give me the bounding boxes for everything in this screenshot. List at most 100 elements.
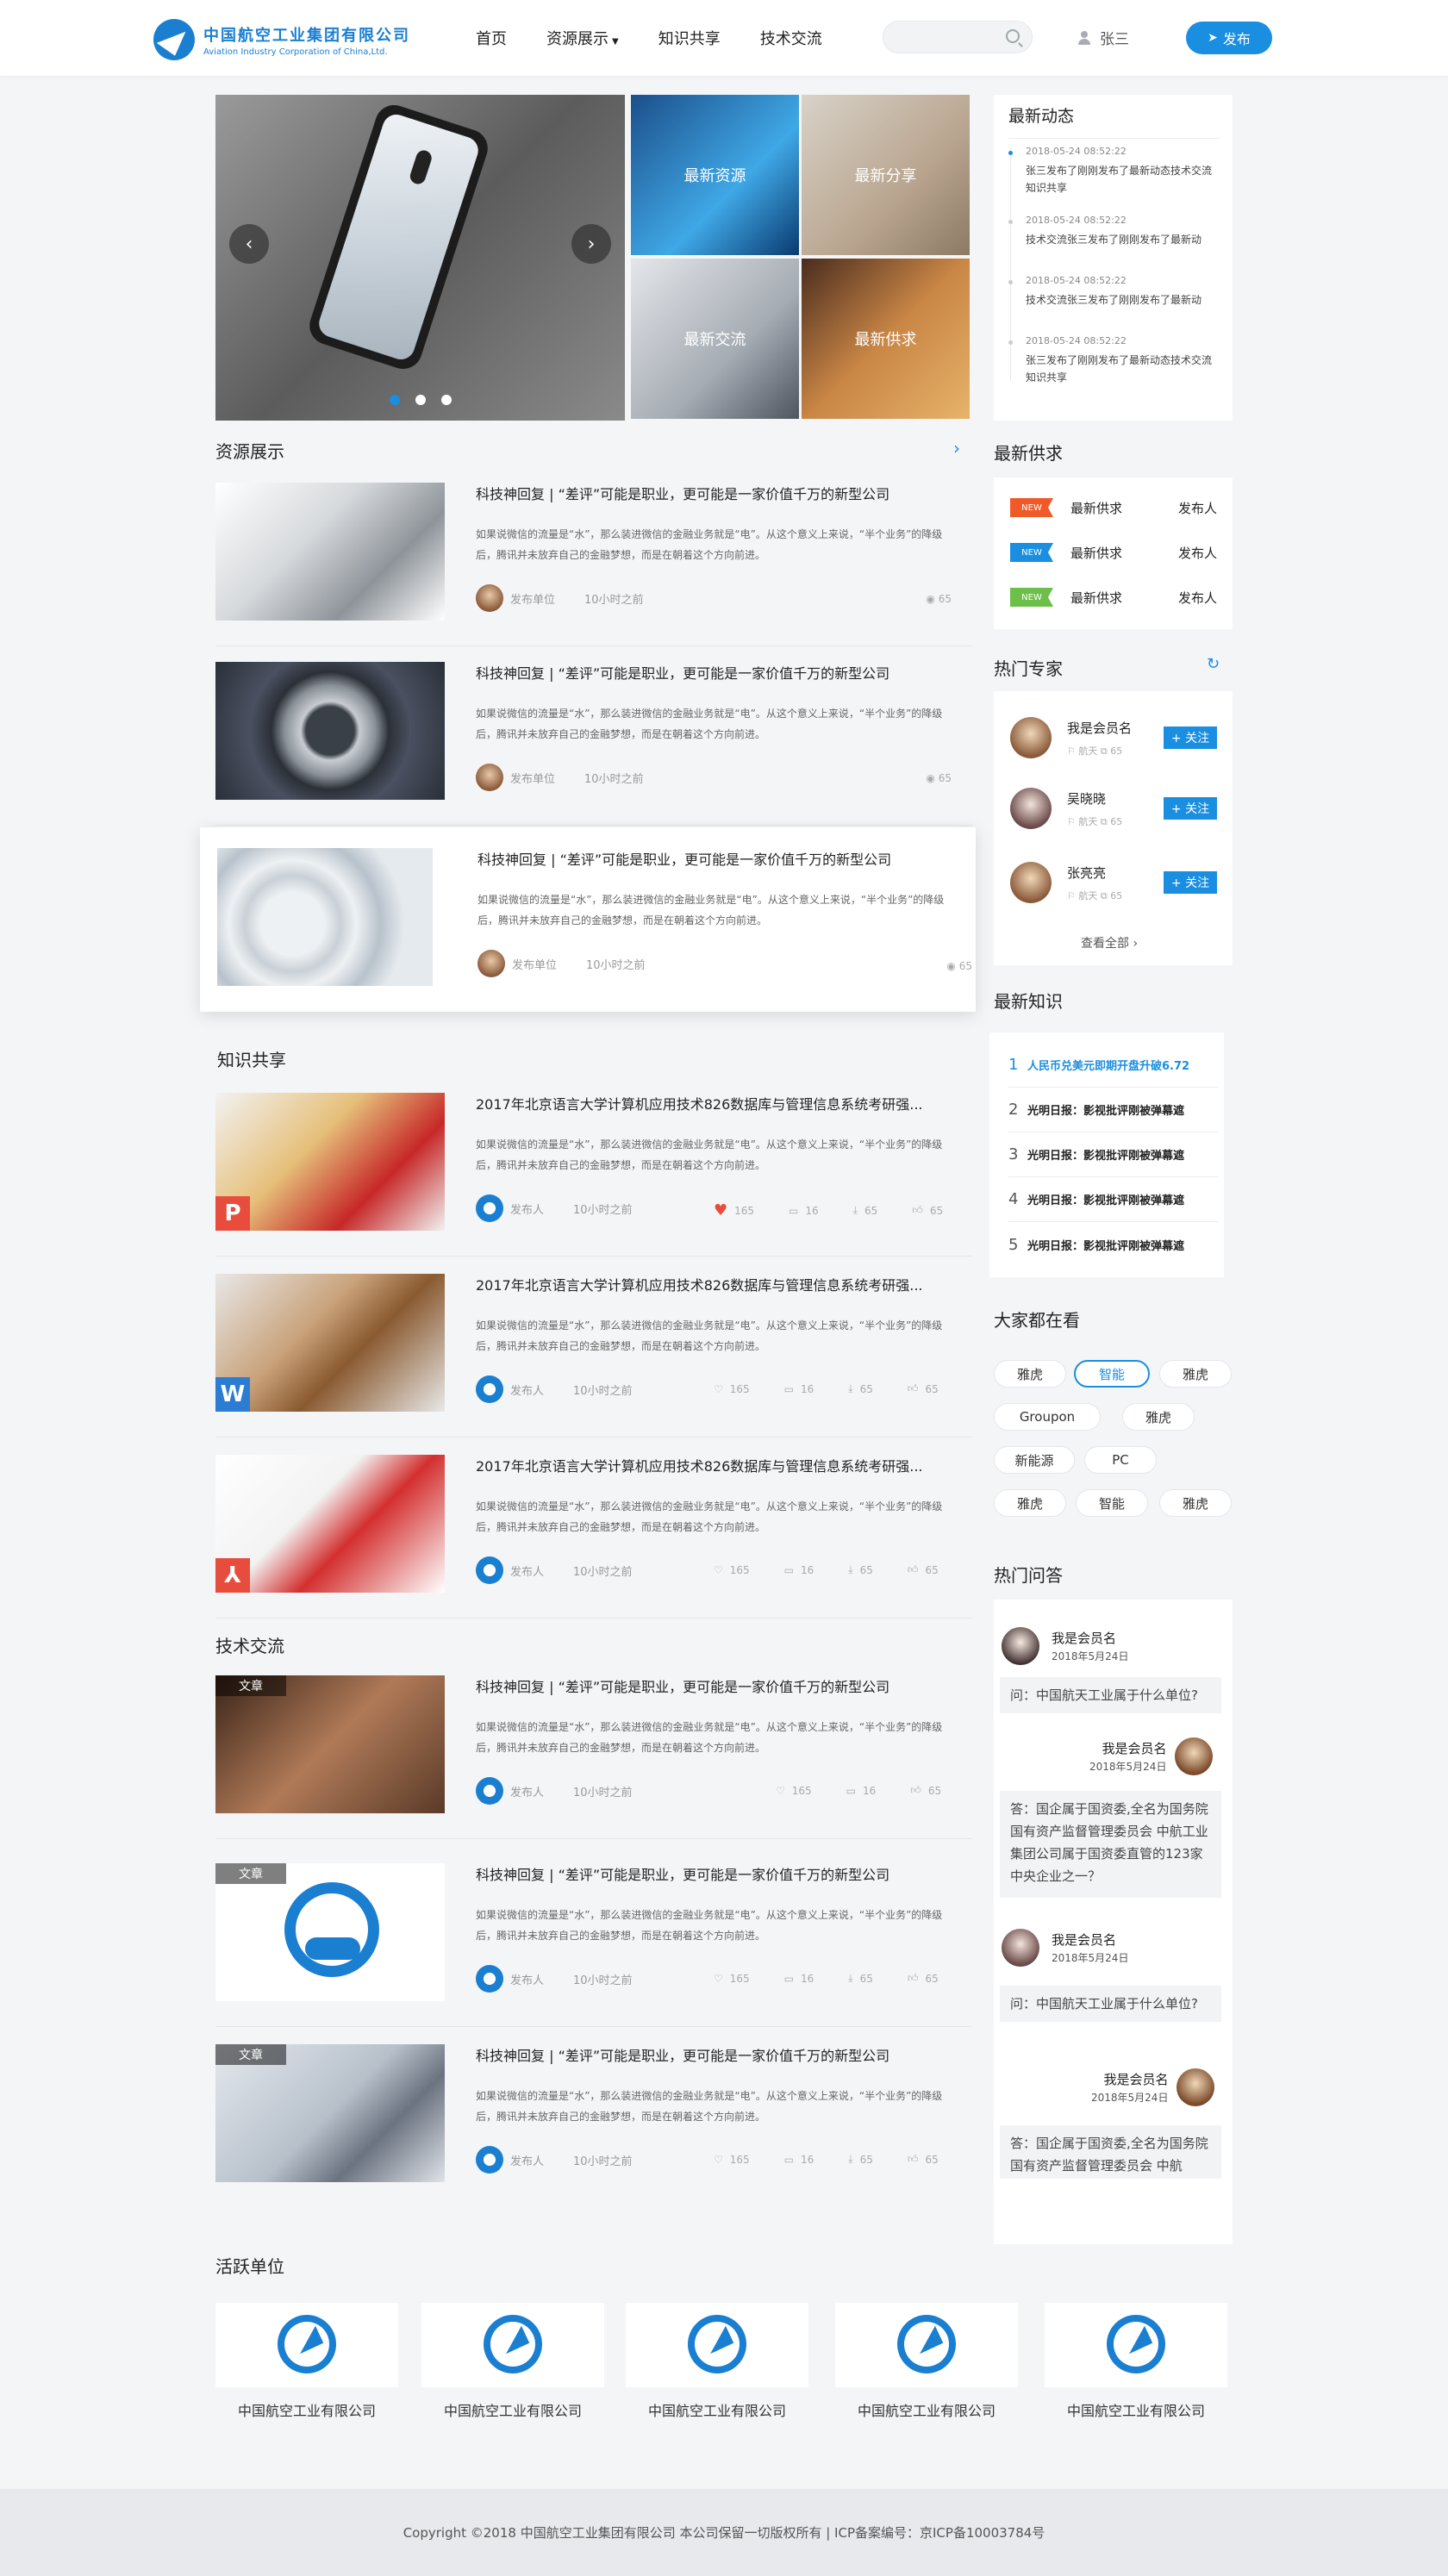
knowledge-card[interactable]: P 2017年北京语言大学计算机应用技术826数据库与管理信息系统考研强... … — [215, 1093, 972, 1257]
nav-home[interactable]: 首页 — [476, 27, 507, 49]
supply-row[interactable]: NEW 最新供求 发布人 — [1010, 498, 1217, 517]
avatar[interactable] — [1010, 717, 1052, 758]
unit-card[interactable] — [215, 2303, 398, 2387]
follow-button[interactable]: + 关注 — [1164, 871, 1217, 894]
knowledge-row[interactable]: 3 光明日报：影视批评刚被弹幕遮 — [1008, 1132, 1219, 1177]
hot-tag[interactable]: 雅虎 — [994, 1360, 1066, 1388]
nav-knowledge[interactable]: 知识共享 — [658, 27, 721, 49]
tech-card[interactable]: 文章 科技神回复 | “差评”可能是职业，更可能是一家价值千万的新型公司 如果说… — [215, 1675, 972, 1839]
carousel-dot[interactable] — [389, 395, 400, 405]
search-icon[interactable] — [1006, 29, 1020, 43]
download-stat[interactable]: ⤓ 65 — [848, 1563, 873, 1576]
carousel-next-button[interactable]: › — [571, 224, 611, 264]
unit-card[interactable] — [626, 2303, 808, 2387]
tile-latest-resources[interactable]: 最新资源 — [631, 95, 799, 255]
tile-latest-supply[interactable]: 最新供求 — [802, 259, 970, 419]
unit-name[interactable]: 中国航空工业有限公司 — [626, 2399, 808, 2420]
thumbs-stat[interactable]: 👍︎ 65 — [908, 1382, 939, 1395]
card-title[interactable]: 2017年北京语言大学计算机应用技术826数据库与管理信息系统考研强... — [476, 1455, 923, 1475]
news-item[interactable]: 2018-05-24 08:52:22 张三发布了刚刚发布了最新动态技术交流知识共… — [1008, 335, 1220, 397]
tile-latest-shares[interactable]: 最新分享 — [802, 95, 970, 255]
like-stat[interactable]: ♡ 165 — [714, 1563, 750, 1576]
publish-button[interactable]: ➤ 发布 — [1186, 22, 1272, 54]
comment-stat[interactable]: ▭ 16 — [784, 1382, 814, 1395]
avatar[interactable] — [1175, 1737, 1214, 1775]
nav-resources[interactable]: 资源展示 ▼ — [546, 27, 619, 49]
avatar[interactable] — [1010, 788, 1052, 829]
thumbs-stat[interactable]: 👍︎ 65 — [908, 1563, 939, 1576]
thumbs-stat[interactable]: 👍︎ 65 — [908, 1972, 939, 1985]
download-stat[interactable]: ⤓ 65 — [848, 2153, 873, 2166]
knowledge-row[interactable]: 4 光明日报：影视批评刚被弹幕遮 — [1008, 1177, 1219, 1222]
news-item[interactable]: 2018-05-24 08:52:22 技术交流张三发布了刚刚发布了最新动 — [1008, 215, 1220, 268]
knowledge-row[interactable]: 5 光明日报：影视批评刚被弹幕遮 — [1008, 1222, 1219, 1267]
card-title[interactable]: 科技神回复 | “差评”可能是职业，更可能是一家价值千万的新型公司 — [476, 1863, 889, 1884]
card-title[interactable]: 科技神回复 | “差评”可能是职业，更可能是一家价值千万的新型公司 — [476, 2044, 889, 2065]
expert-name[interactable]: 张亮亮 — [1067, 864, 1122, 882]
site-logo[interactable]: 中国航空工业集团有限公司 Aviation Industry Corporati… — [153, 19, 410, 60]
knowledge-row[interactable]: 1 人民币兑美元即期开盘升破6.72 — [1008, 1043, 1219, 1088]
follow-button[interactable]: + 关注 — [1164, 797, 1217, 820]
news-item[interactable]: 2018-05-24 08:52:22 张三发布了刚刚发布了最新动态技术交流知识共… — [1008, 146, 1220, 208]
like-stat[interactable]: ♡ 165 — [776, 1784, 812, 1797]
hot-tag[interactable]: 新能源 — [994, 1446, 1075, 1474]
card-title[interactable]: 科技神回复 | “差评”可能是职业，更可能是一家价值千万的新型公司 — [476, 1675, 889, 1696]
like-stat[interactable]: ♡ 165 — [714, 1972, 750, 1985]
resource-card[interactable]: 科技神回复 | “差评”可能是职业，更可能是一家价值千万的新型公司 如果说微信的… — [200, 827, 976, 1012]
tech-card[interactable]: 文章 科技神回复 | “差评”可能是职业，更可能是一家价值千万的新型公司 如果说… — [215, 2044, 972, 2208]
unit-card[interactable] — [1045, 2303, 1227, 2387]
chevron-right-icon[interactable]: › — [953, 438, 960, 458]
expert-name[interactable]: 吴晓晓 — [1067, 789, 1122, 808]
hot-tag[interactable]: Groupon — [994, 1403, 1101, 1431]
hot-tag[interactable]: 雅虎 — [994, 1489, 1066, 1517]
thumbs-stat[interactable]: 👍︎ 65 — [910, 1784, 941, 1797]
avatar[interactable] — [1010, 862, 1052, 903]
hot-tag[interactable]: 雅虎 — [1159, 1360, 1232, 1388]
knowledge-row[interactable]: 2 光明日报：影视批评刚被弹幕遮 — [1008, 1088, 1219, 1132]
supply-row[interactable]: NEW 最新供求 发布人 — [1010, 588, 1217, 607]
view-all-link[interactable]: 查看全部 › — [1081, 934, 1138, 951]
hero-carousel[interactable]: ‹ › — [215, 95, 625, 421]
follow-button[interactable]: + 关注 — [1164, 727, 1217, 749]
avatar[interactable] — [1002, 1627, 1039, 1665]
comment-stat[interactable]: ▭ 16 — [789, 1201, 819, 1219]
card-title[interactable]: 2017年北京语言大学计算机应用技术826数据库与管理信息系统考研强... — [476, 1093, 923, 1113]
comment-stat[interactable]: ▭ 16 — [784, 1563, 814, 1576]
hot-tag[interactable]: 雅虎 — [1159, 1489, 1232, 1517]
tile-latest-exchange[interactable]: 最新交流 — [631, 259, 799, 419]
unit-name[interactable]: 中国航空工业有限公司 — [1045, 2399, 1227, 2420]
comment-stat[interactable]: ▭ 16 — [784, 1972, 814, 1985]
hot-tag[interactable]: PC — [1084, 1446, 1157, 1474]
hot-tag[interactable]: 雅虎 — [1122, 1403, 1195, 1431]
thumbs-stat[interactable]: 👍︎ 65 — [912, 1201, 943, 1219]
comment-stat[interactable]: ▭ 16 — [846, 1784, 877, 1797]
unit-card[interactable] — [421, 2303, 604, 2387]
like-stat[interactable]: ♡ 165 — [714, 1382, 750, 1395]
resource-card[interactable]: 科技神回复 | “差评”可能是职业，更可能是一家价值千万的新型公司 如果说微信的… — [215, 662, 972, 826]
download-stat[interactable]: ⤓ 65 — [848, 1382, 873, 1395]
tech-card[interactable]: 文章 科技神回复 | “差评”可能是职业，更可能是一家价值千万的新型公司 如果说… — [215, 1863, 972, 2027]
supply-row[interactable]: NEW 最新供求 发布人 — [1010, 543, 1217, 562]
news-item[interactable]: 2018-05-24 08:52:22 技术交流张三发布了刚刚发布了最新动 — [1008, 275, 1220, 328]
card-title[interactable]: 2017年北京语言大学计算机应用技术826数据库与管理信息系统考研强... — [476, 1274, 923, 1294]
carousel-dot[interactable] — [415, 395, 426, 405]
avatar[interactable] — [1176, 2068, 1215, 2106]
hot-tag[interactable]: 智能 — [1074, 1360, 1150, 1388]
unit-name[interactable]: 中国航空工业有限公司 — [215, 2399, 398, 2420]
avatar[interactable] — [1002, 1929, 1039, 1967]
knowledge-card[interactable]: W 2017年北京语言大学计算机应用技术826数据库与管理信息系统考研强... … — [215, 1274, 972, 1438]
expert-name[interactable]: 我是会员名 — [1067, 719, 1132, 737]
like-stat[interactable]: ♥ 165 — [714, 1201, 754, 1219]
user-menu[interactable]: 张三 — [1077, 27, 1129, 48]
carousel-prev-button[interactable]: ‹ — [229, 224, 269, 264]
unit-name[interactable]: 中国航空工业有限公司 — [421, 2399, 604, 2420]
search-input[interactable] — [896, 22, 1008, 53]
card-title[interactable]: 科技神回复 | “差评”可能是职业，更可能是一家价值千万的新型公司 — [477, 848, 891, 869]
unit-card[interactable] — [835, 2303, 1018, 2387]
download-stat[interactable]: ⤓ 65 — [853, 1201, 878, 1219]
hot-tag[interactable]: 智能 — [1076, 1489, 1148, 1517]
thumbs-stat[interactable]: 👍︎ 65 — [908, 2153, 939, 2166]
knowledge-card[interactable]: ⅄ 2017年北京语言大学计算机应用技术826数据库与管理信息系统考研强... … — [215, 1455, 972, 1619]
resource-card[interactable]: 科技神回复 | “差评”可能是职业，更可能是一家价值千万的新型公司 如果说微信的… — [215, 483, 972, 646]
like-stat[interactable]: ♡ 165 — [714, 2153, 750, 2166]
